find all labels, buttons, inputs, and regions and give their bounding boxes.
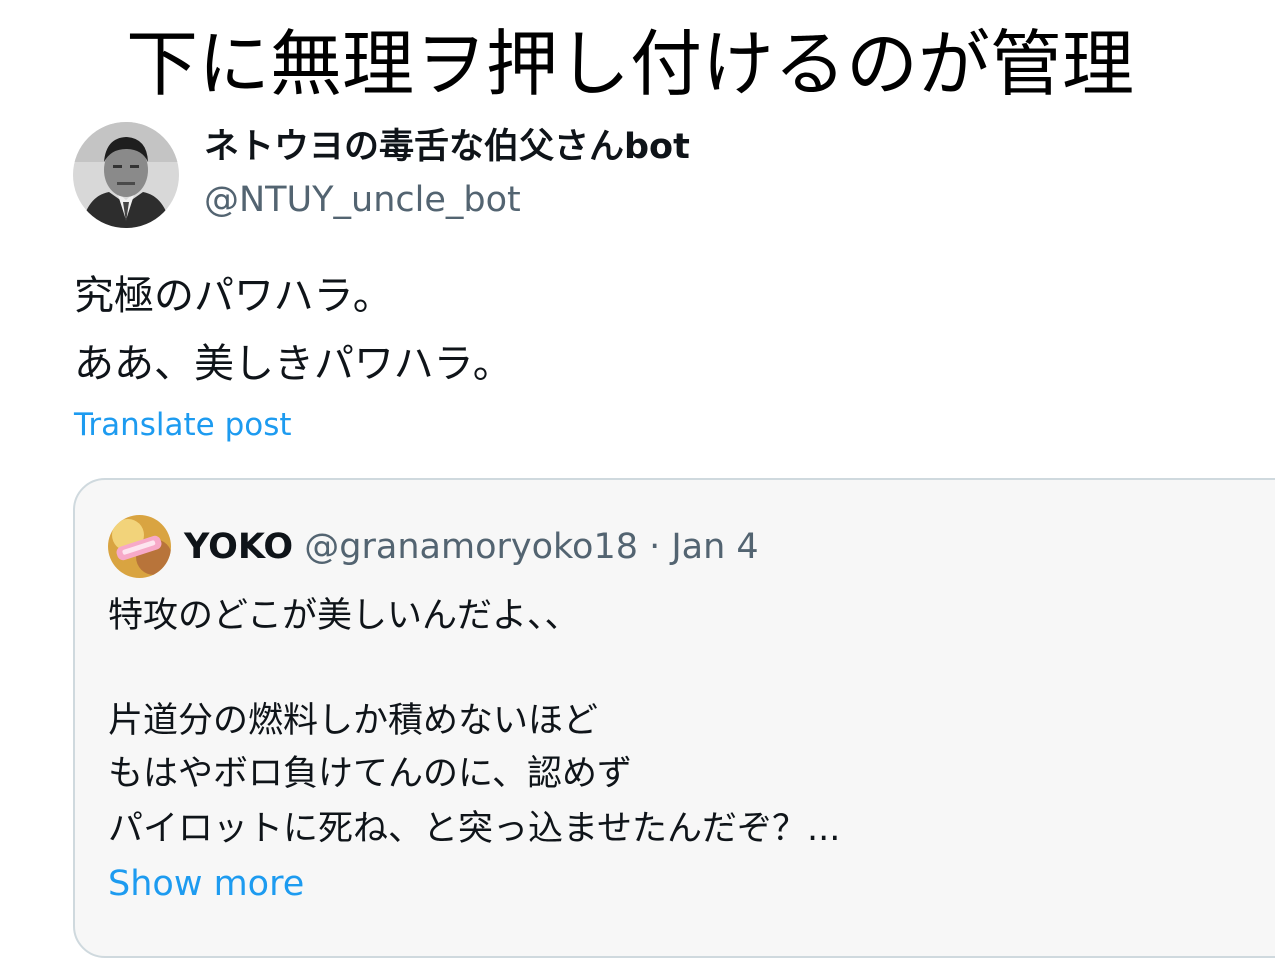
author-handle[interactable]: @NTUY_uncle_bot	[204, 178, 521, 222]
quoted-author-meta: @granamoryoko18 · Jan 4	[304, 527, 759, 567]
post-text-line: ああ、美しきパワハラ。	[74, 341, 513, 387]
quoted-author-avatar-photo	[108, 515, 171, 578]
quoted-author-avatar[interactable]	[108, 515, 171, 578]
quoted-post-text-line: もはやボロ負けてんのに、認めず	[108, 754, 632, 794]
quoted-post-text-line: 特攻のどこが美しいんだよ、、	[108, 596, 580, 636]
author-avatar[interactable]	[73, 122, 179, 228]
author-display-name[interactable]: ネトウヨの毒舌な伯父さんbot	[204, 124, 690, 170]
show-more-link[interactable]: Show more	[108, 860, 304, 908]
headline-caption: 下に無理ヲ押し付けるのが管理	[125, 22, 1134, 106]
quoted-author-display-name[interactable]: YOKO	[184, 527, 293, 567]
quoted-post-text-line: パイロットに死ね、と突っ込ませたんだぞ？...	[108, 809, 841, 849]
quoted-post-header: YOKO @granamoryoko18 · Jan 4	[184, 524, 759, 570]
post-text-line: 究極のパワハラ。	[74, 273, 393, 319]
translate-post-link[interactable]: Translate post	[74, 404, 292, 446]
author-avatar-photo	[73, 122, 179, 228]
quoted-post-text-line: 片道分の燃料しか積めないほど	[108, 701, 599, 741]
